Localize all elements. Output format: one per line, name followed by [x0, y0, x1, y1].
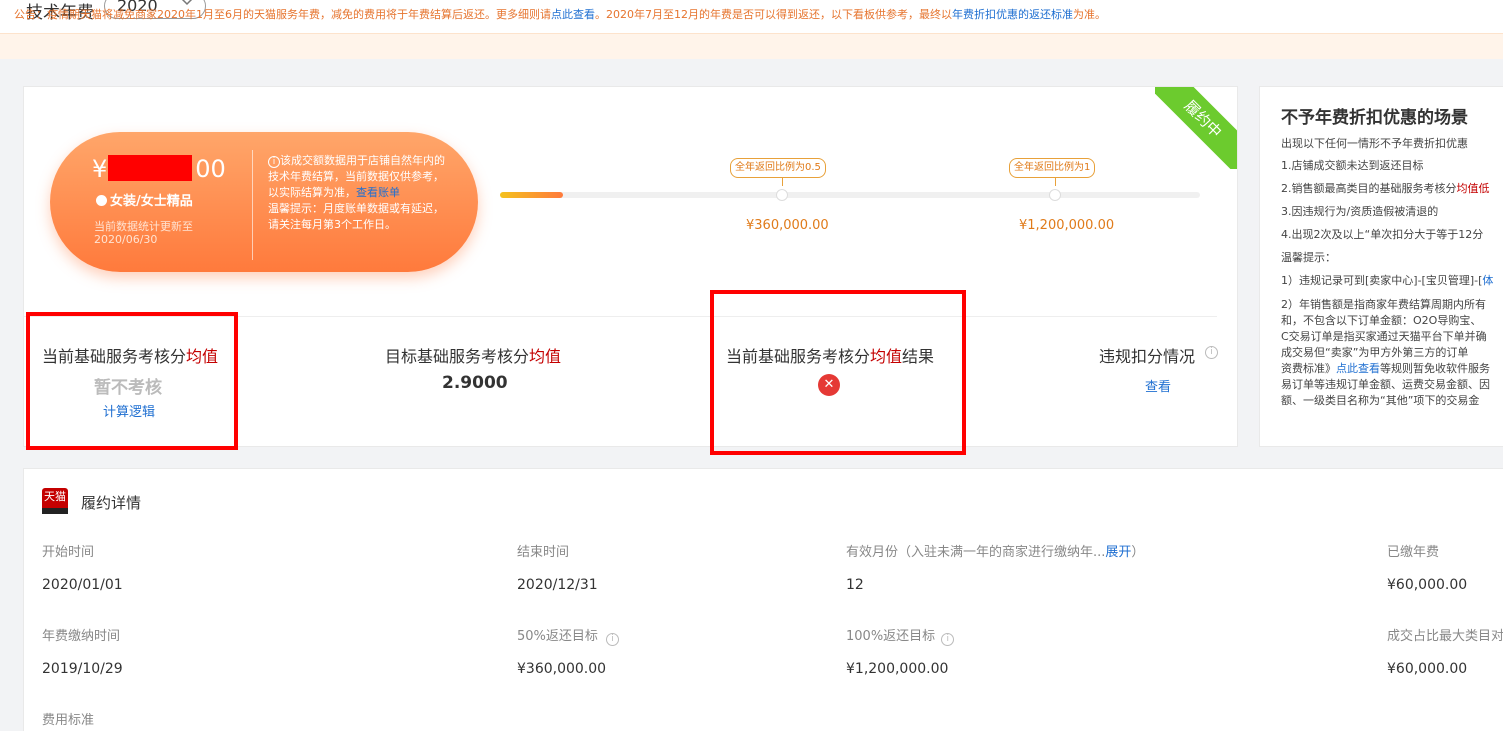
- notice-link-standard[interactable]: 年费折扣优惠的返还标准: [952, 8, 1073, 21]
- field-label-paydate: 年费缴纳时间: [42, 629, 121, 644]
- field-label-100: 100%返还目标 i: [846, 625, 955, 646]
- side-line-2-text: 2.销售额最高类目的基础服务考核分: [1281, 182, 1457, 195]
- side-line-tip2-d: 成交易但“卖家”为甲方外第三方的订单: [1281, 346, 1469, 359]
- help-icon[interactable]: i: [1205, 346, 1218, 359]
- field-value-months: 12: [846, 577, 864, 593]
- field-label-months-text: 有效月份（入驻未满一年的商家进行缴纳年...: [846, 545, 1106, 560]
- view-bill-link[interactable]: 查看账单: [356, 186, 400, 199]
- side-line-tip2-c: C交易订单是指买家通过天猫平台下单并确: [1281, 330, 1487, 343]
- notice-text: 公告：疫情期天猫将减免商家2020年1月至6月的天猫服务年费，减免的费用将于年费…: [14, 6, 1106, 22]
- field-label-months: 有效月份（入驻未满一年的商家进行缴纳年...展开）: [846, 541, 1144, 560]
- redaction-mark: [108, 155, 192, 181]
- field-label-topcat: 成交占比最大类目对: [1387, 629, 1503, 644]
- side-line-1: 1.店铺成交额未达到返还目标: [1281, 159, 1424, 172]
- side-line-tip1-text: 1）违规记录可到[卖家中心]-[宝贝管理]-[: [1281, 274, 1483, 287]
- side-line-intro: 出现以下任何一情形不予年费折扣优惠: [1281, 137, 1468, 150]
- field-value-paid: ¥60,000.00: [1387, 577, 1468, 593]
- notice-bar: [0, 33, 1503, 59]
- category-text: 女装/女士精品: [110, 194, 193, 209]
- progress-fill: [500, 192, 563, 198]
- update-line1: 当前数据统计更新至: [94, 220, 193, 233]
- milestone-tag-100: 全年返回比例为1: [1009, 158, 1096, 178]
- help-icon[interactable]: i: [941, 633, 955, 646]
- tmall-logo: 天猫: [42, 488, 68, 514]
- field-value-50: ¥360,000.00: [517, 661, 607, 677]
- side-line-tip2-b: 和，不包含以下订单金额：O2O导购宝、: [1281, 314, 1482, 327]
- status-ribbon: 履约中: [1155, 87, 1237, 169]
- info-icon: i: [268, 156, 280, 168]
- field-value-end: 2020/12/31: [517, 577, 598, 593]
- milestone-tail-50: [782, 178, 783, 186]
- expand-link[interactable]: 展开: [1105, 545, 1131, 560]
- target-avg-title-text: 目标基础服务考核分: [385, 347, 530, 366]
- field-label-end: 结束时间: [517, 545, 570, 560]
- milestone-tag-50: 全年返回比例为0.5: [730, 158, 826, 178]
- milestone-marker-50: [776, 189, 788, 201]
- note-tip: 温馨提示：月度账单数据或有延迟，请关注每月第3个工作日。: [268, 202, 444, 231]
- side-line-tip2-e-text: 资费标准》: [1281, 362, 1336, 375]
- side-line-tip: 温馨提示：: [1281, 251, 1336, 264]
- field-label-100-text: 100%返还目标: [846, 629, 936, 644]
- side-line-2-red: 均值低: [1456, 182, 1490, 195]
- detail-card: [23, 468, 1503, 731]
- highlight-box-result: [710, 290, 966, 455]
- notice-part3: 为准。: [1073, 8, 1106, 21]
- side-line-tip2-e: 资费标准》点此查看等规则暂免收软件服务: [1281, 360, 1490, 376]
- pill-note: i 该成交额数据用于店铺自然年内的技术年费结算，当前数据仅供参考，以实际结算为准，…: [268, 153, 450, 233]
- field-label-start: 开始时间: [42, 545, 95, 560]
- tmall-logo-base: [42, 508, 68, 514]
- field-label-paid: 已缴年费: [1387, 545, 1440, 560]
- target-avg-title-red: 均值: [529, 347, 562, 366]
- notice-part2: 。2020年7月至12月的年费是否可以得到返还，以下看板供参考，最终以: [595, 8, 952, 21]
- side-line-2: 2.销售额最高类目的基础服务考核分均值低: [1281, 180, 1490, 196]
- target-avg-title: 目标基础服务考核分均值: [385, 343, 561, 367]
- update-date: 2020/06/30: [94, 233, 158, 246]
- side-title: 不予年费折扣优惠的场景: [1281, 108, 1468, 128]
- milestone-marker-100: [1049, 189, 1061, 201]
- milestone-tail-100: [1055, 178, 1056, 186]
- amount-suffix: 00: [195, 155, 226, 183]
- field-label-50: 50%返还目标 i: [517, 625, 620, 646]
- status-ribbon-label: 履约中: [1155, 87, 1237, 169]
- notice-link-details[interactable]: 点此查看: [551, 8, 595, 21]
- field-value-start: 2020/01/01: [42, 577, 123, 593]
- help-icon[interactable]: i: [606, 633, 620, 646]
- field-label-fee-standard: 费用标准: [42, 713, 95, 728]
- target-avg-value: 2.9000: [442, 373, 508, 393]
- field-label-months-tail: ）: [1131, 545, 1145, 560]
- side-line-3: 3.因违规行为/资质造假被清退的: [1281, 205, 1439, 218]
- side-line-tip2-e-tail: 等规则暂免收软件服务: [1380, 362, 1490, 375]
- category-label: 女装/女士精品: [96, 190, 193, 209]
- category-pie-icon: [96, 195, 107, 206]
- field-value-100: ¥1,200,000.00: [846, 661, 949, 677]
- milestone-value-50: ¥360,000.00: [746, 218, 829, 233]
- side-view-link[interactable]: 点此查看: [1336, 362, 1380, 375]
- field-value-paydate: 2019/10/29: [42, 661, 123, 677]
- side-line-tip1: 1）违规记录可到[卖家中心]-[宝贝管理]-[体: [1281, 272, 1493, 288]
- side-line-4: 4.出现2次及以上“单次扣分大于等于12分: [1281, 228, 1484, 241]
- pill-divider: [252, 150, 253, 260]
- progress-track: [500, 192, 1200, 198]
- side-line-tip2-f: 易订单等违规订单金额、运费交易金额、因: [1281, 378, 1490, 391]
- field-label-50-text: 50%返还目标: [517, 629, 598, 644]
- field-value-topcat: ¥60,000.00: [1387, 661, 1468, 677]
- tmall-logo-text: 天猫: [44, 490, 66, 503]
- notice-part1: 公告：疫情期天猫将减免商家2020年1月至6月的天猫服务年费，减免的费用将于年费…: [14, 8, 551, 21]
- milestone-value-100: ¥1,200,000.00: [1019, 218, 1115, 233]
- violation-view-link[interactable]: 查看: [1145, 376, 1171, 395]
- highlight-box-current-avg: [26, 312, 238, 450]
- amount-prefix: ¥: [92, 155, 108, 183]
- side-line-tip2-g: 额、一级类目名称为“其他”项下的交易金: [1281, 394, 1480, 407]
- detail-title: 履约详情: [81, 494, 142, 512]
- side-line-tip2-a: 2）年销售额是指商家年费结算周期内所有: [1281, 298, 1486, 311]
- violation-title: 违规扣分情况: [1099, 347, 1196, 366]
- side-line-tip1-link[interactable]: 体: [1482, 274, 1493, 287]
